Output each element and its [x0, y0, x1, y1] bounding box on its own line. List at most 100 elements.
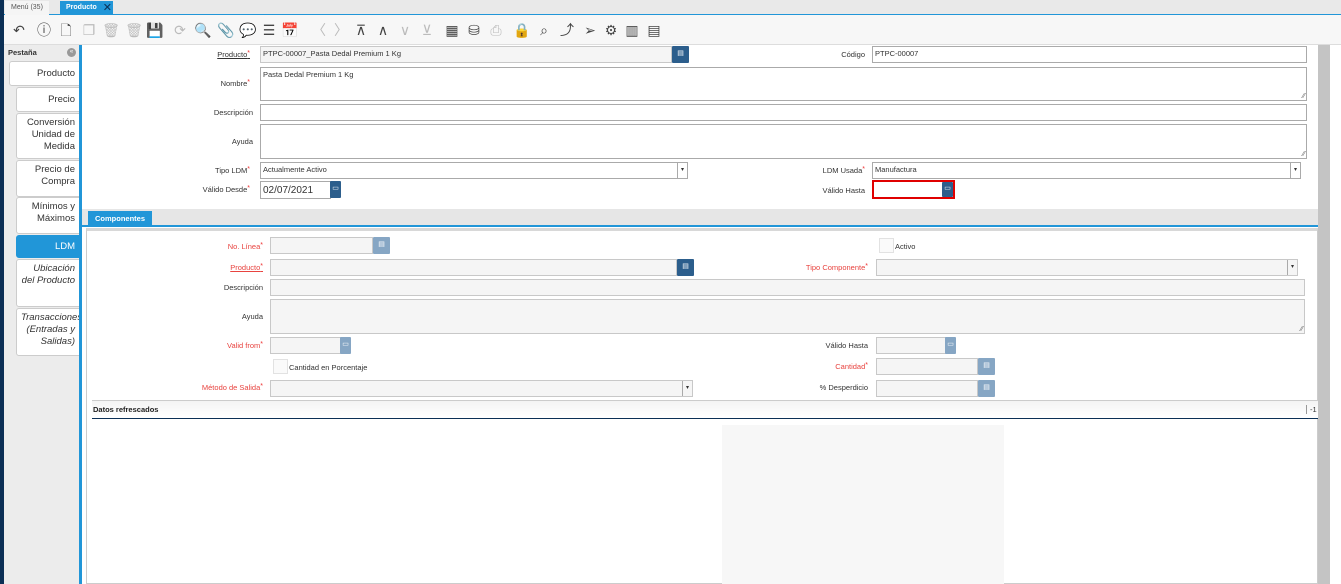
tab-transacciones[interactable]: Transacciones (Entradas y Salidas)	[16, 308, 82, 356]
save-icon[interactable]: 💾	[146, 21, 164, 39]
delete-selection-icon[interactable]: 🗑	[125, 21, 143, 39]
tab-ldm[interactable]: LDM	[16, 235, 80, 258]
loading-overlay	[722, 425, 1004, 584]
chevron-down-icon[interactable]: ▾	[677, 163, 687, 178]
cantidad-porcentaje-label: Cantidad en Porcentaje	[289, 363, 368, 372]
product-info-icon[interactable]: ▥	[623, 21, 641, 39]
copy-icon[interactable]: ❐	[80, 21, 98, 39]
calendar-icon[interactable]: ▭	[330, 181, 341, 198]
chevron-down-icon[interactable]: ▾	[1287, 260, 1297, 275]
record-count: -1	[1306, 405, 1317, 414]
detail-icon[interactable]: ∨	[396, 21, 414, 39]
tab-precio[interactable]: Precio de Compra	[16, 160, 80, 197]
no-linea-label: No. Línea	[228, 242, 263, 251]
chevron-down-icon[interactable]: ▾	[1290, 163, 1300, 178]
first-icon[interactable]: ⊼	[352, 21, 370, 39]
last-icon[interactable]: ⊻	[418, 21, 436, 39]
producto-label[interactable]: Producto	[217, 50, 250, 59]
activo-checkbox[interactable]	[879, 238, 894, 253]
tipo-ldm-select[interactable]: Actualmente Activo ▾	[260, 162, 688, 179]
resize-icon[interactable]: ⁄⁄	[1301, 326, 1303, 333]
no-linea-field[interactable]	[270, 237, 373, 254]
metodo-salida-select[interactable]: ▾	[270, 380, 693, 397]
previous-icon[interactable]: 〈	[310, 21, 328, 39]
valido-desde-label: Válido Desde	[203, 185, 250, 194]
valido-hasta-label: Válido Hasta	[822, 186, 865, 195]
ldm-usada-select[interactable]: Manufactura ▾	[872, 162, 1301, 179]
calendar-icon[interactable]: 📅	[281, 21, 299, 39]
calendar-icon[interactable]: ▭	[340, 337, 351, 354]
chevron-down-icon[interactable]: ▾	[682, 381, 692, 396]
tab-conversion[interactable]: Conversión Unidad de Medida	[16, 113, 80, 159]
delete-icon[interactable]: 🗑	[102, 21, 120, 39]
workflow-icon[interactable]: ⤴	[558, 21, 576, 39]
refresh-icon[interactable]: ⟳	[171, 21, 189, 39]
valido-hasta-label: Válido Hasta	[825, 341, 868, 350]
calculator-icon[interactable]: ▤	[373, 237, 390, 254]
search-icon[interactable]: ▤	[677, 259, 694, 276]
calculator-icon[interactable]: ▤	[978, 380, 995, 397]
ayuda-field[interactable]: ⁄⁄	[260, 124, 1307, 159]
descripcion-field[interactable]	[270, 279, 1305, 296]
chat-icon[interactable]: 💬	[239, 21, 257, 39]
cantidad-field[interactable]	[876, 358, 978, 375]
next-icon[interactable]: 〉	[332, 21, 350, 39]
window-tabbar: Menú (35) Producto ✕	[4, 0, 1341, 15]
tab-producto[interactable]: Producto ✕	[60, 1, 113, 15]
descripcion-label: Descripción	[213, 108, 253, 117]
calculator-icon[interactable]: ▤	[978, 358, 995, 375]
panel-title: Pestaña	[8, 48, 37, 57]
collapse-icon[interactable]: «	[67, 48, 76, 57]
valido-hasta-field[interactable]	[876, 337, 946, 354]
metodo-salida-label: Método de Salida	[202, 383, 263, 392]
scrollbar[interactable]	[1318, 45, 1330, 584]
search-icon[interactable]: ▤	[672, 46, 689, 63]
lock-icon[interactable]: 🔒	[513, 21, 531, 39]
panel-divider	[79, 45, 82, 584]
zoom-across-icon[interactable]: ⌕	[535, 21, 553, 39]
tab-minimos[interactable]: Mínimos y Máximos	[16, 197, 80, 234]
descripcion-label: Descripción	[223, 283, 263, 292]
tab-label: Producto	[66, 4, 97, 11]
resize-icon[interactable]: ⁄⁄	[1303, 151, 1305, 158]
producto-field[interactable]	[270, 259, 677, 276]
resize-icon[interactable]: ⁄⁄	[1303, 93, 1305, 100]
valid-from-label: Valid from	[227, 341, 263, 350]
print-icon[interactable]: ⎙	[487, 21, 505, 39]
tab-producto[interactable]: Producto	[9, 61, 80, 86]
attach-icon[interactable]: 📎	[217, 21, 235, 39]
producto-field[interactable]: PTPC-00007_Pasta Dedal Premium 1 Kg	[260, 46, 672, 63]
send-icon[interactable]: ➢	[581, 21, 599, 39]
tipo-componente-select[interactable]: ▾	[876, 259, 1298, 276]
toolbar: ↶ ⓘ 🗋 ❐ 🗑 🗑 💾 ⟳ 🔍 📎 💬 ☰ 📅 〈〉 ⊼ ∧ ∨ ⊻ ▦ ⛁ ⎙ 🔒 ⌕ ⤴ ➢ ⚙ ▥ ▤	[4, 15, 1341, 45]
tab-precio[interactable]: Precio	[16, 87, 80, 112]
search-icon[interactable]: 🔍	[194, 21, 212, 39]
help-icon[interactable]: ⓘ	[35, 21, 53, 39]
post-it-icon[interactable]: ▤	[645, 21, 663, 39]
status-bar: Datos refrescados -1	[92, 400, 1318, 419]
codigo-field[interactable]: PTPC-00007	[872, 46, 1307, 63]
cantidad-label: Cantidad	[835, 362, 868, 371]
close-icon[interactable]: ✕	[103, 1, 112, 15]
ayuda-field[interactable]: ⁄⁄	[270, 299, 1305, 334]
desperdicio-field[interactable]	[876, 380, 978, 397]
new-icon[interactable]: 🗋	[57, 21, 75, 39]
cantidad-porcentaje-checkbox[interactable]	[273, 359, 288, 374]
producto-label[interactable]: Producto	[230, 263, 263, 272]
parent-icon[interactable]: ∧	[374, 21, 392, 39]
calendar-icon[interactable]: ▭	[942, 182, 953, 197]
tab-componentes[interactable]: Componentes	[88, 211, 152, 226]
tab-ubicacion[interactable]: Ubicación del Producto	[16, 259, 80, 307]
undo-icon[interactable]: ↶	[10, 21, 28, 39]
tab-menu[interactable]: Menú (35)	[5, 1, 49, 15]
archive-icon[interactable]: ⛁	[465, 21, 483, 39]
process-icon[interactable]: ⚙	[602, 21, 620, 39]
nombre-field[interactable]: Pasta Dedal Premium 1 Kg ⁄⁄	[260, 67, 1307, 101]
descripcion-field[interactable]	[260, 104, 1307, 121]
report-icon[interactable]: ▦	[443, 21, 461, 39]
calendar-icon[interactable]: ▭	[945, 337, 956, 354]
valido-desde-field[interactable]: 02/07/2021	[260, 181, 331, 199]
valid-from-field[interactable]	[270, 337, 341, 354]
grid-toggle-icon[interactable]: ☰	[260, 21, 278, 39]
codigo-label: Código	[841, 50, 865, 59]
